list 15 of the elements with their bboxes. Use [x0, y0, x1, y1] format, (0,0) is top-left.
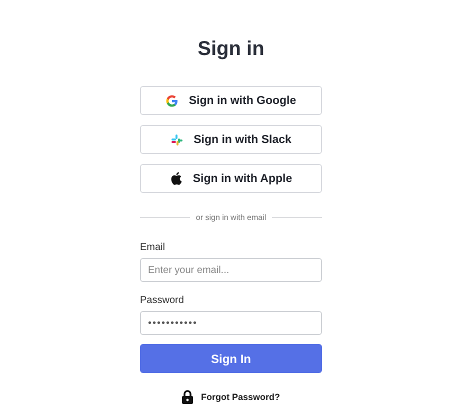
email-field[interactable]: Enter your email... — [140, 258, 322, 282]
slack-logo-icon — [170, 134, 183, 146]
password-field[interactable]: ••••••••••• — [140, 311, 322, 335]
email-label: Email — [140, 242, 166, 253]
sign-in-button[interactable]: Sign in with Slack — [140, 125, 322, 154]
lock-icon — [182, 390, 193, 404]
forgot-password-link[interactable]: Forgot Password? — [200, 392, 280, 402]
sign-in-button[interactable]: Sign in with Apple — [140, 164, 322, 193]
divider-text: or sign in with email — [196, 213, 266, 222]
sign-in-button[interactable]: Sign In — [140, 344, 322, 373]
password-label: Password — [140, 295, 184, 306]
apple-logo-icon — [170, 172, 182, 185]
sign-in-button[interactable]: Sign in with Google — [140, 86, 322, 115]
page-title: Sign in — [196, 38, 266, 61]
google-logo-icon — [166, 94, 178, 106]
